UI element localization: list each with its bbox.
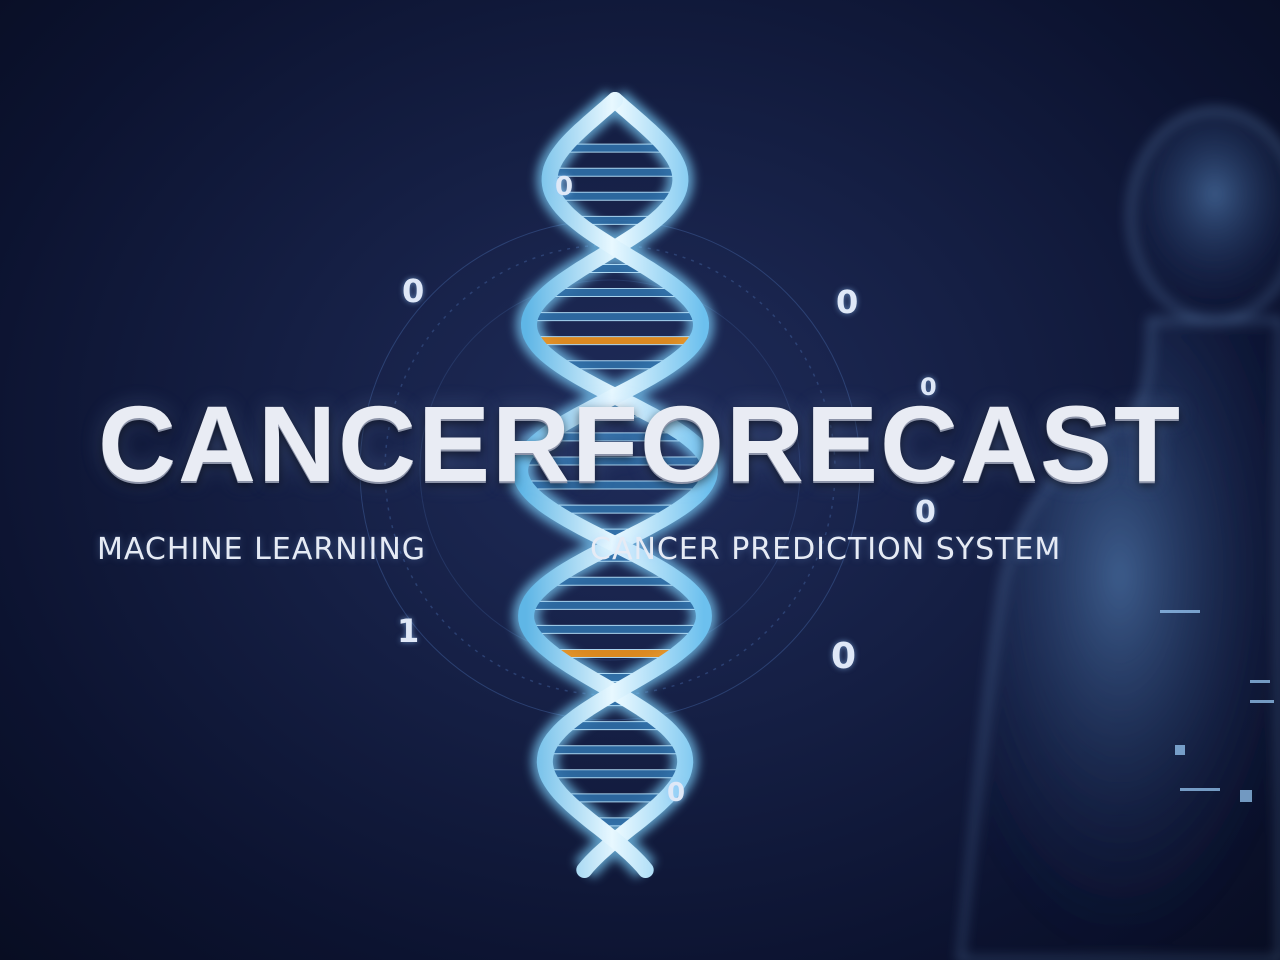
binary-digit: 0	[836, 283, 859, 321]
helix-base-pair	[562, 143, 668, 153]
helix-base-pair	[546, 745, 684, 755]
app-title: CANCERFORECAST	[97, 383, 1182, 504]
binary-digit: 0	[402, 272, 425, 310]
helix-base-pair	[563, 793, 667, 803]
binary-digit: 0	[667, 778, 686, 808]
helix-base-pair	[529, 312, 701, 322]
helix-base-pair	[549, 576, 681, 586]
subtitle-prediction-system: CANCER PREDICTION SYSTEM	[590, 532, 1062, 567]
helix-base-pair	[546, 769, 684, 779]
helix-base-pair	[527, 600, 703, 610]
binary-digit: 0	[831, 636, 857, 677]
subtitle-machine-learning: MACHINE LEARNIING	[97, 532, 427, 567]
binary-digit: 1	[397, 612, 420, 650]
helix-base-pair	[529, 624, 701, 634]
helix-base-pair	[547, 288, 683, 297]
helix-base-pair	[551, 648, 679, 658]
helix-base-pair	[533, 336, 697, 346]
binary-digit: 0	[555, 172, 574, 202]
